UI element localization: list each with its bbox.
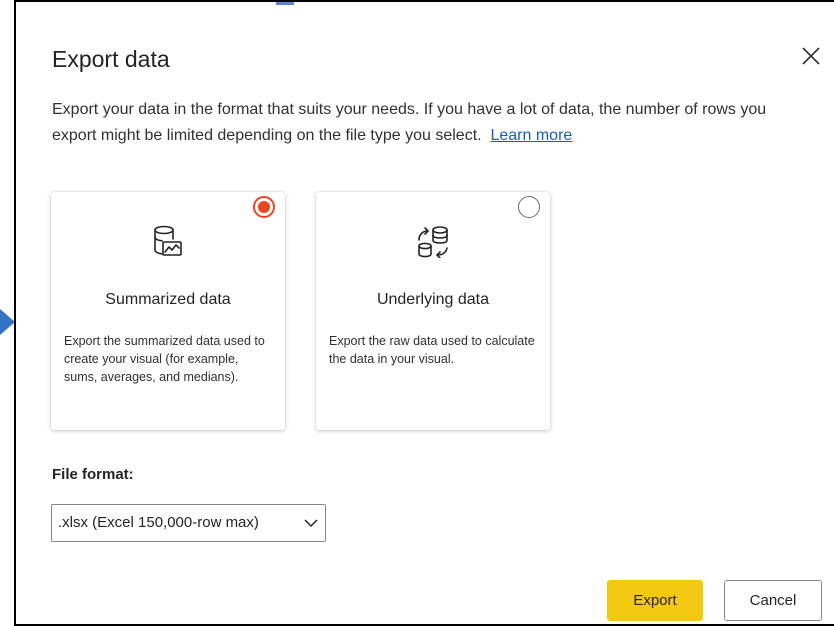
database-chart-icon <box>154 225 182 256</box>
export-data-dialog: Export data Export your data in the form… <box>14 0 834 626</box>
cancel-button[interactable]: Cancel <box>724 580 822 621</box>
dialog-description: Export your data in the format that suit… <box>52 97 812 149</box>
summarized-description: Export the summarized data used to creat… <box>64 334 265 384</box>
underlying-description: Export the raw data used to calculate th… <box>329 334 535 366</box>
dialog-title: Export data <box>52 46 170 72</box>
radio-underlying[interactable] <box>518 196 540 218</box>
database-sync-icon <box>418 226 448 258</box>
learn-more-link[interactable]: Learn more <box>490 127 572 144</box>
radio-summarized[interactable] <box>253 196 275 218</box>
export-button[interactable]: Export <box>607 580 703 621</box>
underlying-title: Underlying data <box>376 291 490 308</box>
option-card-underlying[interactable]: Underlying data Export the raw data used… <box>316 192 550 430</box>
background-sliver <box>276 2 294 5</box>
summarized-title: Summarized data <box>105 291 231 308</box>
file-format-select[interactable]: .xlsx (Excel 150,000-row max) <box>51 504 326 542</box>
option-card-summarized[interactable]: Summarized data Export the summarized da… <box>51 192 285 430</box>
file-format-value: .xlsx (Excel 150,000-row max) <box>58 514 259 531</box>
file-format-label: File format: <box>52 466 134 483</box>
chevron-down-icon <box>304 519 318 528</box>
close-icon[interactable] <box>800 45 822 67</box>
description-text: Export your data in the format that suit… <box>52 101 767 144</box>
callout-pointer <box>0 309 15 335</box>
